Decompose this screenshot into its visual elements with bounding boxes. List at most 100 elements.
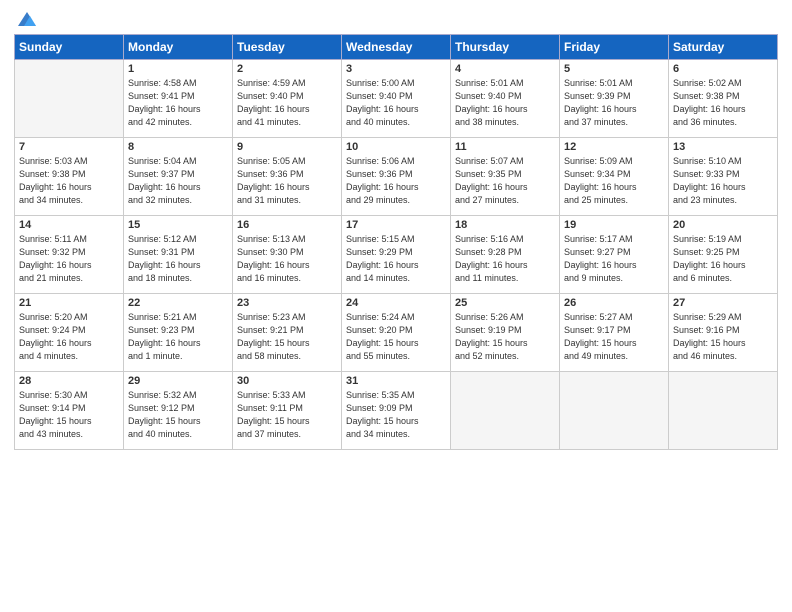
day-number: 26: [564, 297, 664, 309]
calendar-cell: 23Sunrise: 5:23 AM Sunset: 9:21 PM Dayli…: [233, 294, 342, 372]
day-number: 8: [128, 141, 228, 153]
week-row-2: 7 Sunrise: 5:03 AM Sunset: 9:38 PM Daylig…: [15, 138, 778, 216]
calendar-cell: [669, 372, 778, 450]
calendar-cell: 7 Sunrise: 5:03 AM Sunset: 9:38 PM Daylig…: [15, 138, 124, 216]
calendar-cell: 26 Sunrise: 5:27 AM Sunset: 9:17 PM Dayli…: [560, 294, 669, 372]
calendar-cell: 5 Sunrise: 5:01 AM Sunset: 9:39 PM Daylig…: [560, 60, 669, 138]
calendar-cell: 21 Sunrise: 5:20 AM Sunset: 9:24 PM Dayli…: [15, 294, 124, 372]
calendar-cell: 14 Sunrise: 5:11 AM Sunset: 9:32 PM Dayli…: [15, 216, 124, 294]
day-info: Sunrise: 5:16 AM Sunset: 9:28 PM Dayligh…: [455, 233, 555, 285]
calendar-cell: 13 Sunrise: 5:10 AM Sunset: 9:33 PM Dayli…: [669, 138, 778, 216]
day-info: Sunrise: 5:13 AM Sunset: 9:30 PM Dayligh…: [237, 233, 337, 285]
calendar-cell: 24Sunrise: 5:24 AM Sunset: 9:20 PM Dayli…: [342, 294, 451, 372]
dow-friday: Friday: [560, 35, 669, 60]
day-number: 16: [237, 219, 337, 231]
day-number: 25: [455, 297, 555, 309]
day-number: 27: [673, 297, 773, 309]
day-number: 4: [455, 63, 555, 75]
calendar-cell: 1 Sunrise: 4:58 AM Sunset: 9:41 PM Daylig…: [124, 60, 233, 138]
calendar-cell: 9Sunrise: 5:05 AM Sunset: 9:36 PM Daylig…: [233, 138, 342, 216]
day-number: 28: [19, 375, 119, 387]
day-number: 18: [455, 219, 555, 231]
calendar-cell: 2 Sunrise: 4:59 AM Sunset: 9:40 PM Daylig…: [233, 60, 342, 138]
day-info: Sunrise: 5:32 AM Sunset: 9:12 PM Dayligh…: [128, 389, 228, 441]
calendar-cell: 6 Sunrise: 5:02 AM Sunset: 9:38 PM Daylig…: [669, 60, 778, 138]
day-number: 29: [128, 375, 228, 387]
calendar-cell: 22 Sunrise: 5:21 AM Sunset: 9:23 PM Dayli…: [124, 294, 233, 372]
day-info: Sunrise: 5:10 AM Sunset: 9:33 PM Dayligh…: [673, 155, 773, 207]
calendar-cell: 28 Sunrise: 5:30 AM Sunset: 9:14 PM Dayli…: [15, 372, 124, 450]
day-info: Sunrise: 5:26 AM Sunset: 9:19 PM Dayligh…: [455, 311, 555, 363]
calendar-cell: [451, 372, 560, 450]
day-info: Sunrise: 5:05 AM Sunset: 9:36 PM Dayligh…: [237, 155, 337, 207]
week-row-1: 1 Sunrise: 4:58 AM Sunset: 9:41 PM Daylig…: [15, 60, 778, 138]
day-number: 6: [673, 63, 773, 75]
day-number: 13: [673, 141, 773, 153]
calendar-cell: 30 Sunrise: 5:33 AM Sunset: 9:11 PM Dayli…: [233, 372, 342, 450]
logo-icon: [16, 10, 38, 28]
day-info: Sunrise: 5:11 AM Sunset: 9:32 PM Dayligh…: [19, 233, 119, 285]
day-info: Sunrise: 5:02 AM Sunset: 9:38 PM Dayligh…: [673, 77, 773, 129]
day-number: 17: [346, 219, 446, 231]
day-info: Sunrise: 5:01 AM Sunset: 9:39 PM Dayligh…: [564, 77, 664, 129]
calendar-cell: 29 Sunrise: 5:32 AM Sunset: 9:12 PM Dayli…: [124, 372, 233, 450]
calendar-cell: 4 Sunrise: 5:01 AM Sunset: 9:40 PM Daylig…: [451, 60, 560, 138]
day-info: Sunrise: 5:00 AM Sunset: 9:40 PM Dayligh…: [346, 77, 446, 129]
day-number: 14: [19, 219, 119, 231]
calendar-cell: 25 Sunrise: 5:26 AM Sunset: 9:19 PM Dayli…: [451, 294, 560, 372]
calendar-cell: [560, 372, 669, 450]
day-info: Sunrise: 5:20 AM Sunset: 9:24 PM Dayligh…: [19, 311, 119, 363]
day-info: Sunrise: 4:58 AM Sunset: 9:41 PM Dayligh…: [128, 77, 228, 129]
calendar-table: SundayMondayTuesdayWednesdayThursdayFrid…: [14, 34, 778, 450]
day-info: Sunrise: 5:35 AM Sunset: 9:09 PM Dayligh…: [346, 389, 446, 441]
day-number: 30: [237, 375, 337, 387]
calendar-cell: 18 Sunrise: 5:16 AM Sunset: 9:28 PM Dayli…: [451, 216, 560, 294]
day-info: Sunrise: 5:04 AM Sunset: 9:37 PM Dayligh…: [128, 155, 228, 207]
calendar-body: 1 Sunrise: 4:58 AM Sunset: 9:41 PM Daylig…: [15, 60, 778, 450]
day-info: Sunrise: 5:09 AM Sunset: 9:34 PM Dayligh…: [564, 155, 664, 207]
day-info: Sunrise: 5:33 AM Sunset: 9:11 PM Dayligh…: [237, 389, 337, 441]
day-info: Sunrise: 5:27 AM Sunset: 9:17 PM Dayligh…: [564, 311, 664, 363]
week-row-4: 21 Sunrise: 5:20 AM Sunset: 9:24 PM Dayli…: [15, 294, 778, 372]
day-info: Sunrise: 4:59 AM Sunset: 9:40 PM Dayligh…: [237, 77, 337, 129]
day-number: 5: [564, 63, 664, 75]
dow-tuesday: Tuesday: [233, 35, 342, 60]
week-row-5: 28 Sunrise: 5:30 AM Sunset: 9:14 PM Dayli…: [15, 372, 778, 450]
dow-sunday: Sunday: [15, 35, 124, 60]
day-number: 11: [455, 141, 555, 153]
day-number: 2: [237, 63, 337, 75]
day-info: Sunrise: 5:21 AM Sunset: 9:23 PM Dayligh…: [128, 311, 228, 363]
calendar-cell: 10 Sunrise: 5:06 AM Sunset: 9:36 PM Dayli…: [342, 138, 451, 216]
day-info: Sunrise: 5:06 AM Sunset: 9:36 PM Dayligh…: [346, 155, 446, 207]
calendar-cell: 8 Sunrise: 5:04 AM Sunset: 9:37 PM Daylig…: [124, 138, 233, 216]
day-number: 7: [19, 141, 119, 153]
day-number: 15: [128, 219, 228, 231]
day-number: 12: [564, 141, 664, 153]
day-number: 21: [19, 297, 119, 309]
day-info: Sunrise: 5:03 AM Sunset: 9:38 PM Dayligh…: [19, 155, 119, 207]
calendar-cell: 31 Sunrise: 5:35 AM Sunset: 9:09 PM Dayli…: [342, 372, 451, 450]
day-number: 1: [128, 63, 228, 75]
day-number: 22: [128, 297, 228, 309]
day-number: 31: [346, 375, 446, 387]
dow-monday: Monday: [124, 35, 233, 60]
calendar-cell: 19 Sunrise: 5:17 AM Sunset: 9:27 PM Dayli…: [560, 216, 669, 294]
day-info: Sunrise: 5:24 AM Sunset: 9:20 PM Dayligh…: [346, 311, 446, 363]
calendar-cell: [15, 60, 124, 138]
dow-thursday: Thursday: [451, 35, 560, 60]
dow-saturday: Saturday: [669, 35, 778, 60]
days-of-week-header: SundayMondayTuesdayWednesdayThursdayFrid…: [15, 35, 778, 60]
day-number: 20: [673, 219, 773, 231]
day-info: Sunrise: 5:15 AM Sunset: 9:29 PM Dayligh…: [346, 233, 446, 285]
day-info: Sunrise: 5:29 AM Sunset: 9:16 PM Dayligh…: [673, 311, 773, 363]
day-info: Sunrise: 5:12 AM Sunset: 9:31 PM Dayligh…: [128, 233, 228, 285]
calendar-cell: 16 Sunrise: 5:13 AM Sunset: 9:30 PM Dayli…: [233, 216, 342, 294]
day-info: Sunrise: 5:30 AM Sunset: 9:14 PM Dayligh…: [19, 389, 119, 441]
calendar-cell: 15 Sunrise: 5:12 AM Sunset: 9:31 PM Dayli…: [124, 216, 233, 294]
day-number: 23: [237, 297, 337, 309]
day-number: 19: [564, 219, 664, 231]
day-info: Sunrise: 5:01 AM Sunset: 9:40 PM Dayligh…: [455, 77, 555, 129]
day-info: Sunrise: 5:17 AM Sunset: 9:27 PM Dayligh…: [564, 233, 664, 285]
day-number: 10: [346, 141, 446, 153]
calendar-cell: 27 Sunrise: 5:29 AM Sunset: 9:16 PM Dayli…: [669, 294, 778, 372]
